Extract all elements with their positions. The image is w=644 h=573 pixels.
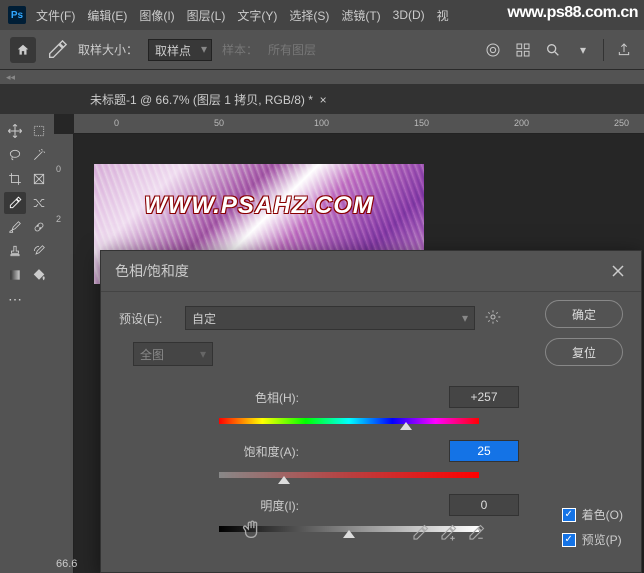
preview-checkbox[interactable]: ✓	[562, 533, 576, 547]
eyedropper-tool-icon	[46, 39, 68, 61]
wand-tool[interactable]	[28, 144, 50, 166]
dialog-title: 色相/饱和度	[115, 261, 189, 281]
history-brush-tool[interactable]	[28, 240, 50, 262]
gear-icon[interactable]	[485, 309, 505, 328]
zoom-level[interactable]: 66.6	[56, 558, 77, 570]
lightness-label: 明度(I):	[159, 497, 319, 514]
hand-icon[interactable]	[241, 518, 265, 542]
reset-button[interactable]: 复位	[545, 338, 623, 366]
stamp-tool[interactable]	[4, 240, 26, 262]
menu-file[interactable]: 文件(F)	[36, 7, 75, 24]
menu-3d[interactable]: 3D(D)	[393, 8, 425, 22]
menu-select[interactable]: 选择(S)	[289, 7, 329, 24]
share-icon[interactable]	[614, 40, 634, 60]
ok-button[interactable]: 确定	[545, 300, 623, 328]
ellipsis-tool[interactable]: ⋯	[4, 288, 26, 310]
close-button[interactable]	[609, 262, 627, 280]
eyedropper-icon[interactable]	[411, 524, 431, 544]
menu-filter[interactable]: 滤镜(T)	[341, 7, 380, 24]
menu-layer[interactable]: 图层(L)	[187, 7, 226, 24]
watermark: www.ps88.com.cn	[507, 4, 638, 22]
preset-label: 预设(E):	[119, 310, 175, 327]
eyedropper-minus-icon[interactable]	[467, 524, 487, 544]
healing-tool[interactable]	[28, 216, 50, 238]
handle-row: ◂◂	[0, 70, 644, 84]
hue-value[interactable]: +257	[449, 386, 519, 408]
saturation-label: 饱和度(A):	[159, 443, 319, 460]
eyedropper-plus-icon[interactable]	[439, 524, 459, 544]
ruler-vertical: 0 2	[54, 134, 74, 573]
menu-view[interactable]: 视	[437, 7, 449, 24]
ruler-horizontal: 0 50 100 150 200 250	[74, 114, 644, 134]
hue-slider[interactable]	[219, 412, 479, 430]
sample-value: 所有图层	[268, 41, 316, 58]
options-bar: 取样大小： 取样点 样本： 所有图层 ▾	[0, 30, 644, 70]
colorize-checkbox[interactable]: ✓	[562, 508, 576, 522]
ps-logo: Ps	[8, 6, 26, 24]
saturation-value[interactable]: 25	[449, 440, 519, 462]
range-select[interactable]: 全图▾	[133, 342, 213, 366]
document-tab[interactable]: 未标题-1 @ 66.7% (图层 1 拷贝, RGB/8) * ×	[80, 86, 337, 113]
sample-size-select[interactable]: 取样点	[148, 39, 212, 61]
brush-tool[interactable]	[4, 216, 26, 238]
canvas-watermark-text: WWW.PSAHZ.COM	[144, 192, 374, 220]
menu-type[interactable]: 文字(Y)	[237, 7, 277, 24]
dialog-titlebar: 色相/饱和度	[101, 251, 641, 292]
lightness-value[interactable]: 0	[449, 494, 519, 516]
hue-saturation-dialog: 色相/饱和度 预设(E): 自定▾ 确定 复位 全图▾ 色相(H):	[100, 250, 642, 573]
panel-menu-icon[interactable]: ▾	[573, 40, 593, 60]
home-button[interactable]	[10, 37, 36, 63]
frame-tool[interactable]	[28, 168, 50, 190]
grid-icon[interactable]	[513, 40, 533, 60]
menu-edit[interactable]: 编辑(E)	[87, 7, 127, 24]
hue-label: 色相(H):	[159, 389, 319, 406]
crop-tool[interactable]	[4, 168, 26, 190]
eyedropper-tool[interactable]	[4, 192, 26, 214]
tab-row: 未标题-1 @ 66.7% (图层 1 拷贝, RGB/8) * ×	[0, 84, 644, 114]
search-icon[interactable]	[543, 40, 563, 60]
colorize-label: 着色(O)	[582, 506, 623, 523]
gradient-tool[interactable]	[4, 264, 26, 286]
preview-label: 预览(P)	[582, 531, 622, 548]
bucket-tool[interactable]	[28, 264, 50, 286]
shuffle-tool[interactable]	[28, 192, 50, 214]
move-tool[interactable]	[4, 120, 26, 142]
lasso-tool[interactable]	[4, 144, 26, 166]
preset-select[interactable]: 自定▾	[185, 306, 475, 330]
menu-image[interactable]: 图像(I)	[139, 7, 174, 24]
drag-handle-icon[interactable]: ◂◂	[6, 72, 15, 83]
rings-icon[interactable]	[483, 40, 503, 60]
toolbar: ⋯	[0, 114, 54, 573]
sample-size-label: 取样大小：	[78, 41, 138, 58]
saturation-slider[interactable]	[219, 466, 479, 484]
sample-label: 样本：	[222, 41, 258, 58]
artboard-tool[interactable]	[28, 120, 50, 142]
